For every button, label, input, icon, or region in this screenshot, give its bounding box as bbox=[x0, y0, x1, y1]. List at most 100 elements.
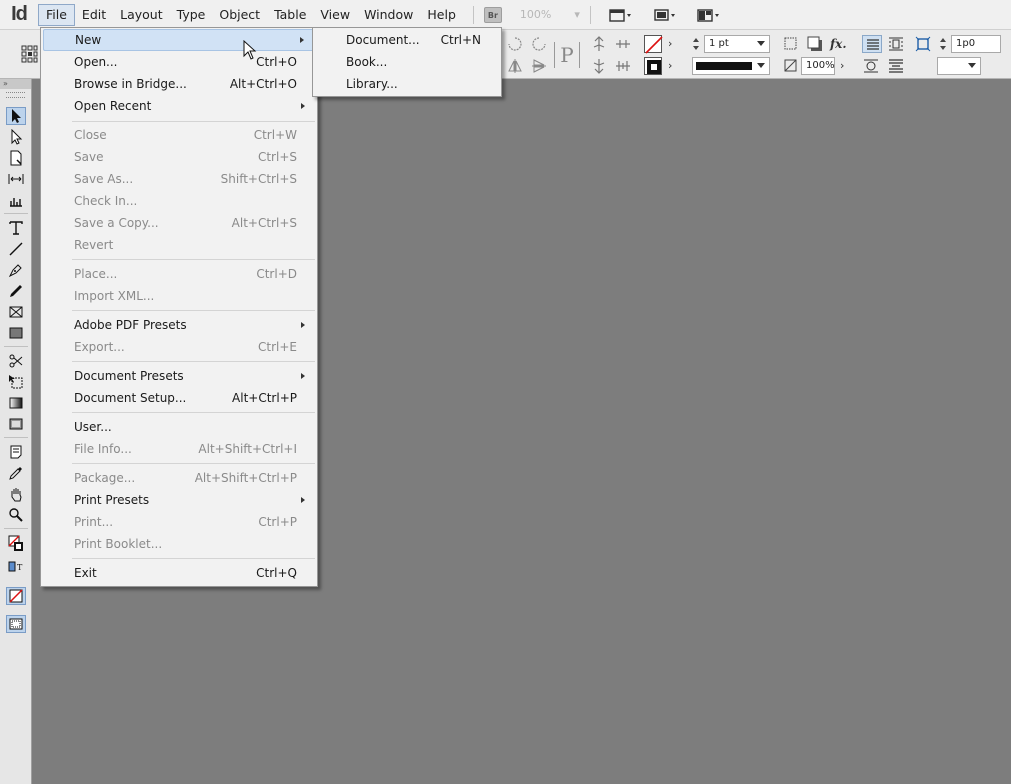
gradient-feather-tool[interactable] bbox=[6, 415, 26, 433]
free-transform-tool[interactable] bbox=[6, 373, 26, 391]
page-tool[interactable] bbox=[6, 149, 26, 167]
panel-grip[interactable] bbox=[6, 92, 25, 98]
bridge-button[interactable]: Br bbox=[483, 6, 502, 23]
line-tool[interactable] bbox=[6, 240, 26, 258]
menu-item-save-a-copy[interactable]: Save a Copy... Alt+Ctrl+S bbox=[43, 212, 315, 234]
direct-selection-tool[interactable] bbox=[6, 128, 26, 146]
menu-view[interactable]: View bbox=[313, 4, 357, 26]
menu-layout[interactable]: Layout bbox=[113, 4, 170, 26]
drop-shadow-icon[interactable] bbox=[806, 35, 824, 53]
menu-item-new[interactable]: New bbox=[43, 29, 315, 51]
screen-mode-button[interactable] bbox=[653, 6, 689, 24]
zoom-level-dropdown[interactable]: 100% ▾ bbox=[520, 8, 580, 21]
menu-item-browse-in-bridge[interactable]: Browse in Bridge... Alt+Ctrl+O bbox=[43, 73, 315, 95]
rotate-cw-icon[interactable] bbox=[506, 35, 524, 53]
screen-mode-normal-button[interactable] bbox=[6, 615, 26, 633]
collapse-panel-icon[interactable]: » bbox=[0, 79, 31, 89]
wrap-jump-object-icon[interactable] bbox=[887, 57, 905, 75]
menu-item-exit[interactable]: Exit Ctrl+Q bbox=[43, 562, 315, 584]
rectangle-frame-tool[interactable] bbox=[6, 303, 26, 321]
menu-table[interactable]: Table bbox=[267, 4, 313, 26]
rectangle-tool[interactable] bbox=[6, 324, 26, 342]
formatting-container-toggle[interactable]: T bbox=[6, 560, 26, 574]
opacity-field[interactable]: 100% bbox=[801, 57, 835, 75]
menu-item-import-xml[interactable]: Import XML... bbox=[43, 285, 315, 307]
menu-item-open-recent[interactable]: Open Recent bbox=[43, 95, 315, 117]
toolbox-divider bbox=[4, 346, 28, 347]
menu-edit[interactable]: Edit bbox=[75, 4, 113, 26]
content-collector-tool[interactable] bbox=[6, 191, 26, 209]
menu-item-label: Close bbox=[74, 128, 107, 142]
submenu-item-book[interactable]: Book... bbox=[315, 51, 499, 73]
note-tool[interactable] bbox=[6, 443, 26, 461]
submenu-item-document[interactable]: Document... Ctrl+N bbox=[315, 29, 499, 51]
view-options-button[interactable] bbox=[609, 6, 645, 24]
align-top-icon[interactable] bbox=[590, 35, 608, 53]
gap-tool[interactable] bbox=[6, 170, 26, 188]
distribute-icon[interactable] bbox=[614, 35, 632, 53]
menu-item-document-presets[interactable]: Document Presets bbox=[43, 365, 315, 387]
rotate-ccw-icon[interactable] bbox=[530, 35, 548, 53]
flip-vertical-icon[interactable] bbox=[530, 57, 548, 75]
chevron-right-icon[interactable]: › bbox=[840, 59, 844, 72]
fitting-icon[interactable] bbox=[914, 35, 932, 53]
selection-tool[interactable] bbox=[6, 107, 26, 125]
menu-item-check-in[interactable]: Check In... bbox=[43, 190, 315, 212]
menu-bar: Id File Edit Layout Type Object Table Vi… bbox=[0, 0, 1011, 30]
stroke-weight-field[interactable]: 1 pt bbox=[704, 35, 770, 53]
flip-horizontal-icon[interactable] bbox=[506, 57, 524, 75]
menu-window[interactable]: Window bbox=[357, 4, 420, 26]
menu-item-package[interactable]: Package... Alt+Shift+Ctrl+P bbox=[43, 467, 315, 489]
hand-tool[interactable] bbox=[6, 485, 26, 503]
text-wrap-none-button[interactable] bbox=[862, 35, 882, 53]
menu-item-print[interactable]: Print... Ctrl+P bbox=[43, 511, 315, 533]
menu-type[interactable]: Type bbox=[170, 4, 213, 26]
stroke-swatch-icon[interactable] bbox=[644, 57, 662, 75]
scissors-tool[interactable] bbox=[6, 352, 26, 370]
offset-stepper[interactable] bbox=[939, 35, 948, 53]
fill-none-icon[interactable] bbox=[644, 35, 663, 54]
menu-item-save-as[interactable]: Save As... Shift+Ctrl+S bbox=[43, 168, 315, 190]
type-tool[interactable] bbox=[6, 219, 26, 237]
pencil-tool[interactable] bbox=[6, 282, 26, 300]
zoom-tool[interactable] bbox=[6, 506, 26, 524]
menu-item-save[interactable]: Save Ctrl+S bbox=[43, 146, 315, 168]
menu-item-file-info[interactable]: File Info... Alt+Shift+Ctrl+I bbox=[43, 438, 315, 460]
opacity-icon[interactable] bbox=[782, 57, 800, 75]
menu-help[interactable]: Help bbox=[420, 4, 463, 26]
gradient-swatch-tool[interactable] bbox=[6, 394, 26, 412]
chevron-right-icon[interactable]: › bbox=[668, 37, 672, 50]
menu-separator bbox=[72, 259, 315, 260]
stroke-type-dropdown[interactable] bbox=[692, 57, 770, 75]
menu-item-user[interactable]: User... bbox=[43, 416, 315, 438]
menu-item-place[interactable]: Place... Ctrl+D bbox=[43, 263, 315, 285]
arrange-documents-button[interactable] bbox=[697, 6, 733, 24]
menu-item-document-setup[interactable]: Document Setup... Alt+Ctrl+P bbox=[43, 387, 315, 409]
wrap-object-shape-icon[interactable] bbox=[862, 57, 880, 75]
object-style-dropdown[interactable] bbox=[937, 57, 981, 75]
menu-item-adobe-pdf-presets[interactable]: Adobe PDF Presets bbox=[43, 314, 315, 336]
pen-tool[interactable] bbox=[6, 261, 26, 279]
chevron-right-icon[interactable]: › bbox=[668, 59, 672, 72]
submenu-item-library[interactable]: Library... bbox=[315, 73, 499, 95]
reference-point-icon[interactable] bbox=[20, 43, 38, 65]
eyedropper-tool[interactable] bbox=[6, 464, 26, 482]
menu-item-print-booklet[interactable]: Print Booklet... bbox=[43, 533, 315, 555]
offset-field[interactable]: 1p0 bbox=[951, 35, 1001, 53]
menu-item-print-presets[interactable]: Print Presets bbox=[43, 489, 315, 511]
menu-object[interactable]: Object bbox=[212, 4, 267, 26]
stroke-weight-stepper[interactable] bbox=[692, 35, 701, 53]
align-bottom-icon[interactable] bbox=[590, 57, 608, 75]
distribute-spacing-icon[interactable] bbox=[614, 57, 632, 75]
effects-fx-icon[interactable]: fx. bbox=[830, 35, 852, 53]
apply-none-button[interactable] bbox=[6, 587, 26, 605]
paragraph-icon[interactable]: P bbox=[554, 42, 580, 68]
wrap-bounding-box-icon[interactable] bbox=[887, 35, 905, 53]
menu-item-close[interactable]: Close Ctrl+W bbox=[43, 124, 315, 146]
drop-shadow-off-icon[interactable] bbox=[782, 35, 800, 53]
menu-file[interactable]: File bbox=[38, 3, 75, 26]
menu-item-open[interactable]: Open... Ctrl+O bbox=[43, 51, 315, 73]
menu-item-export[interactable]: Export... Ctrl+E bbox=[43, 336, 315, 358]
menu-item-revert[interactable]: Revert bbox=[43, 234, 315, 256]
fill-stroke-swatch[interactable] bbox=[6, 534, 26, 556]
